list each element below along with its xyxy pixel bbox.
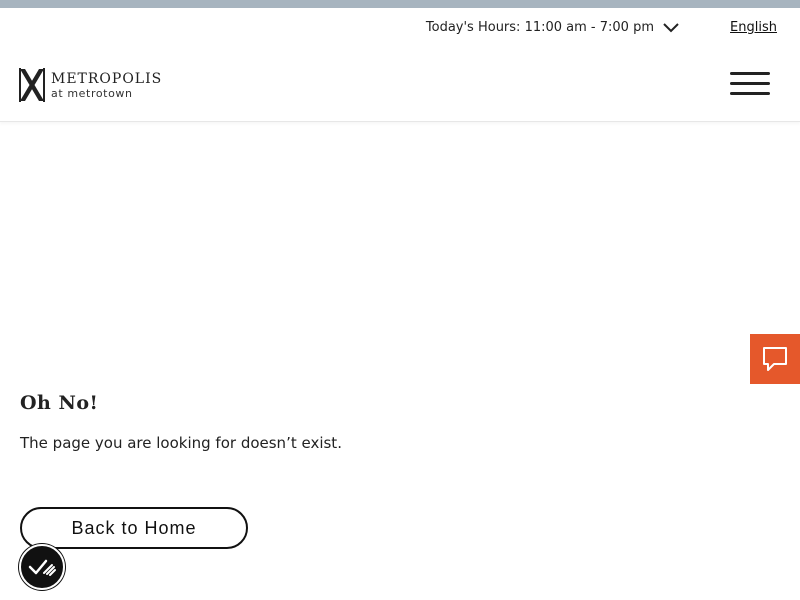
top-accent-stripe	[0, 0, 800, 8]
hamburger-menu-button[interactable]	[730, 70, 770, 98]
hamburger-menu-icon	[730, 72, 770, 75]
accessibility-button[interactable]	[19, 544, 65, 590]
accessibility-check-icon	[28, 559, 56, 576]
hours-dropdown[interactable]: Today's Hours: 11:00 am - 7:00 pm	[426, 20, 680, 35]
language-selector[interactable]: English	[730, 20, 777, 35]
brand-subtitle: at metrotown	[51, 86, 133, 100]
error-content: Oh No! The page you are looking for does…	[20, 392, 780, 452]
site-header: METROPOLIS at metrotown	[0, 50, 800, 122]
hours-text: Today's Hours: 11:00 am - 7:00 pm	[425, 20, 654, 35]
metropolis-logo[interactable]: METROPOLIS at metrotown	[19, 68, 162, 102]
chat-button[interactable]	[750, 334, 800, 384]
back-to-home-button[interactable]: Back to Home	[20, 507, 248, 549]
chat-bubble-icon	[763, 347, 787, 371]
logo-wordmark: METROPOLIS at metrotown	[51, 72, 162, 99]
utility-bar: Today's Hours: 11:00 am - 7:00 pm Englis…	[0, 8, 800, 50]
chevron-down-icon[interactable]	[662, 22, 680, 34]
brand-name: METROPOLIS	[51, 70, 163, 87]
hamburger-line	[730, 82, 770, 85]
page-title: Oh No!	[20, 392, 99, 414]
logo-mark-icon	[19, 68, 45, 102]
error-description: The page you are looking for doesn’t exi…	[20, 434, 342, 452]
hamburger-line	[730, 92, 770, 95]
